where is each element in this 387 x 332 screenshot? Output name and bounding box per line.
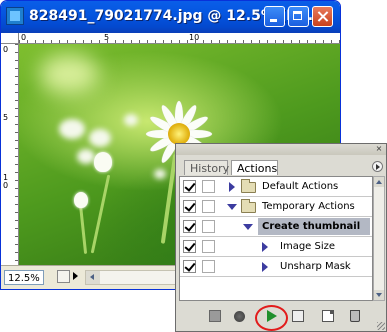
record-icon[interactable] xyxy=(234,311,245,322)
flower-bud xyxy=(74,192,88,208)
resize-grip-icon[interactable] xyxy=(377,322,385,330)
toggle-dialog-box[interactable] xyxy=(202,200,215,213)
toggle-item-checkbox[interactable] xyxy=(183,240,196,253)
new-action-icon[interactable] xyxy=(322,310,334,322)
folder-icon xyxy=(241,199,256,213)
actions-palette: × History Actions Default Actions Tempor… xyxy=(175,143,387,332)
ruler-origin[interactable] xyxy=(1,33,19,44)
title-bar[interactable]: 828491_79021774.jpg @ 12.5% (R... xyxy=(1,1,340,33)
list-item-label: Temporary Actions xyxy=(262,201,355,212)
list-item-label: Image Size xyxy=(280,241,336,252)
stop-icon[interactable] xyxy=(209,310,221,322)
toggle-item-checkbox[interactable] xyxy=(183,220,196,233)
bokeh xyxy=(154,169,166,179)
list-item-label: Default Actions xyxy=(262,181,339,192)
horizontal-ruler[interactable]: 0 5 10 xyxy=(19,33,340,44)
list-item-temporary-actions[interactable]: Temporary Actions xyxy=(180,197,372,217)
scroll-left-icon[interactable] xyxy=(86,271,100,284)
vertical-scrollbar[interactable] xyxy=(373,176,385,301)
expand-triangle-icon[interactable] xyxy=(262,262,268,272)
collapse-triangle-icon[interactable] xyxy=(243,224,253,230)
collapse-triangle-icon[interactable] xyxy=(227,204,237,210)
ruler-label: 0 xyxy=(21,33,27,42)
list-item-label: Create thumbnail xyxy=(262,221,361,232)
toggle-dialog-box[interactable] xyxy=(202,220,215,233)
palette-close-icon[interactable]: × xyxy=(375,145,383,153)
close-button[interactable] xyxy=(312,6,333,27)
bokeh xyxy=(77,149,95,164)
ruler-label: 5 xyxy=(104,33,110,42)
ruler-label: 5 xyxy=(3,113,9,122)
palette-tabs: History Actions xyxy=(176,158,386,176)
flower-bud xyxy=(94,152,112,172)
bokeh xyxy=(124,114,138,126)
palette-button-bar xyxy=(176,303,386,331)
play-icon[interactable] xyxy=(267,310,277,322)
toggle-dialog-box[interactable] xyxy=(202,240,215,253)
folder-icon xyxy=(241,179,256,193)
list-item-default-actions[interactable]: Default Actions xyxy=(180,177,372,197)
toggle-dialog-box[interactable] xyxy=(202,260,215,273)
status-info-icon[interactable] xyxy=(57,270,70,283)
ruler-label: 10 xyxy=(3,173,9,190)
palette-menu-icon[interactable] xyxy=(372,161,383,172)
list-item-label: Unsharp Mask xyxy=(280,261,351,272)
list-item-image-size[interactable]: Image Size xyxy=(180,237,372,257)
bokeh xyxy=(89,129,111,147)
minimize-button[interactable] xyxy=(264,6,285,27)
bokeh xyxy=(39,54,99,94)
toggle-item-checkbox[interactable] xyxy=(183,260,196,273)
toggle-item-checkbox[interactable] xyxy=(183,200,196,213)
status-menu-arrow-icon[interactable] xyxy=(73,272,78,280)
maximize-button[interactable] xyxy=(288,6,309,27)
palette-header[interactable]: × xyxy=(176,144,386,155)
tab-actions[interactable]: Actions xyxy=(231,160,278,175)
bokeh xyxy=(59,119,85,139)
flower-stem xyxy=(90,174,111,254)
photoshop-app-icon xyxy=(6,7,24,25)
zoom-field[interactable]: 12.5% xyxy=(4,270,44,285)
trash-icon[interactable] xyxy=(350,310,360,322)
ruler-label: 10 xyxy=(189,33,200,42)
actions-list: Default Actions Temporary Actions Create… xyxy=(179,176,373,301)
scroll-down-icon[interactable] xyxy=(374,290,384,300)
ruler-label: 0 xyxy=(3,45,9,54)
expand-triangle-icon[interactable] xyxy=(229,182,235,192)
expand-triangle-icon[interactable] xyxy=(262,242,268,252)
tab-history[interactable]: History xyxy=(184,160,229,175)
new-set-icon[interactable] xyxy=(292,310,304,322)
scroll-up-icon[interactable] xyxy=(374,177,384,187)
toggle-item-checkbox[interactable] xyxy=(183,180,196,193)
list-item-unsharp-mask[interactable]: Unsharp Mask xyxy=(180,257,372,277)
toggle-dialog-box[interactable] xyxy=(202,180,215,193)
list-item-create-thumbnail[interactable]: Create thumbnail xyxy=(180,217,372,237)
vertical-ruler[interactable]: 0 5 10 xyxy=(1,44,19,265)
